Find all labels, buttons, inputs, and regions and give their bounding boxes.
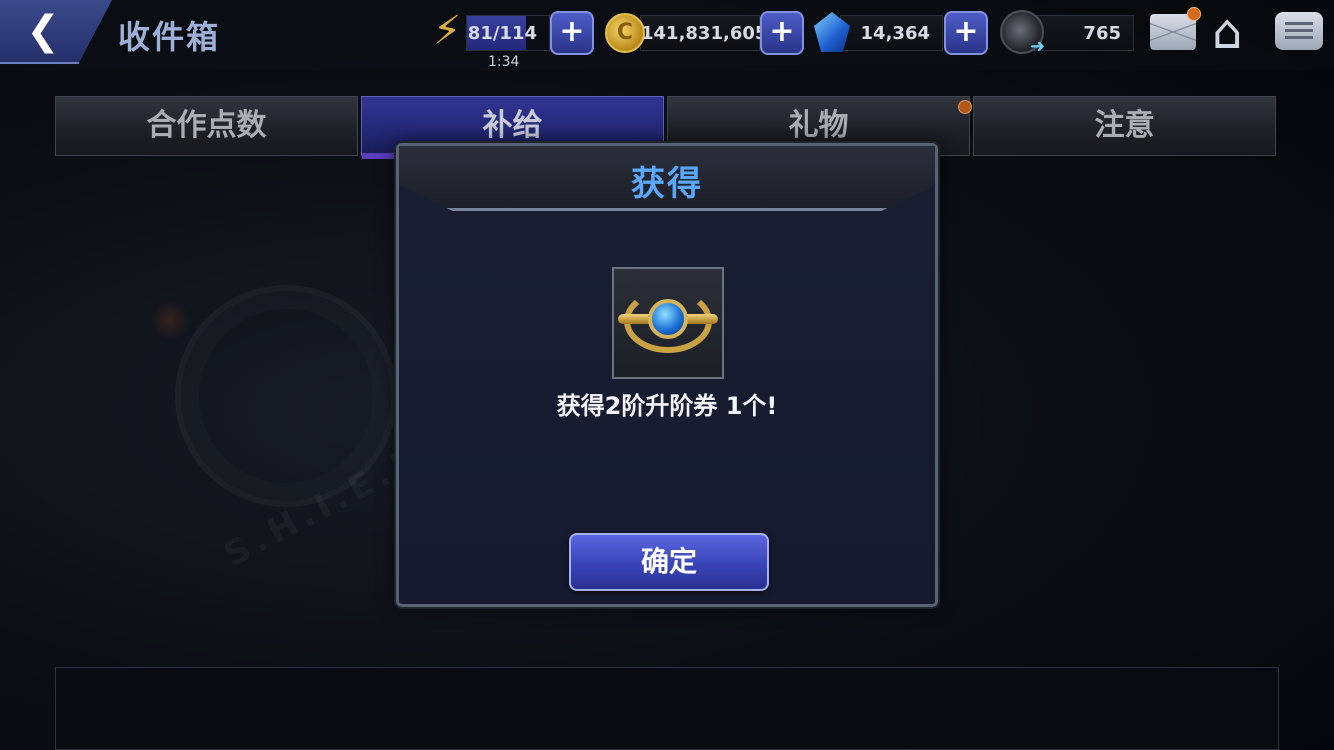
dialog-title: 获得	[631, 164, 703, 204]
gold-value: 141,831,605	[640, 15, 767, 51]
add-energy-button[interactable]: +	[550, 11, 594, 55]
gold-coin-icon: C	[605, 13, 645, 53]
reward-message: 获得2阶升阶券 1个!	[556, 392, 778, 420]
add-gold-button[interactable]: +	[760, 11, 804, 55]
mail-notification-dot	[1187, 7, 1201, 21]
confirm-button[interactable]: 确定	[569, 533, 769, 591]
arrow-right-icon: ➜	[1030, 36, 1046, 57]
lightning-icon: ⚡	[433, 8, 462, 54]
back-button[interactable]: ❮	[18, 10, 68, 52]
energy-timer: 1:34	[488, 54, 520, 70]
crystals-value: 14,364	[840, 15, 943, 51]
top-bar: ❮ 收件箱 81/114 ⚡ 1:34 + 141,831,605 C + 14…	[0, 0, 1334, 70]
chevron-left-icon: ❮	[26, 8, 60, 54]
page-title: 收件箱	[118, 18, 221, 56]
add-crystals-button[interactable]: +	[944, 11, 988, 55]
home-icon[interactable]: ⌂	[1212, 6, 1242, 58]
reward-item-slot[interactable]	[612, 267, 724, 379]
reward-dialog: 获得 获得2阶升阶券 1个! 确定	[396, 143, 938, 607]
shards-value: 765	[1030, 15, 1134, 51]
chat-icon[interactable]	[1275, 12, 1323, 50]
energy-value: 81/114	[466, 15, 550, 51]
